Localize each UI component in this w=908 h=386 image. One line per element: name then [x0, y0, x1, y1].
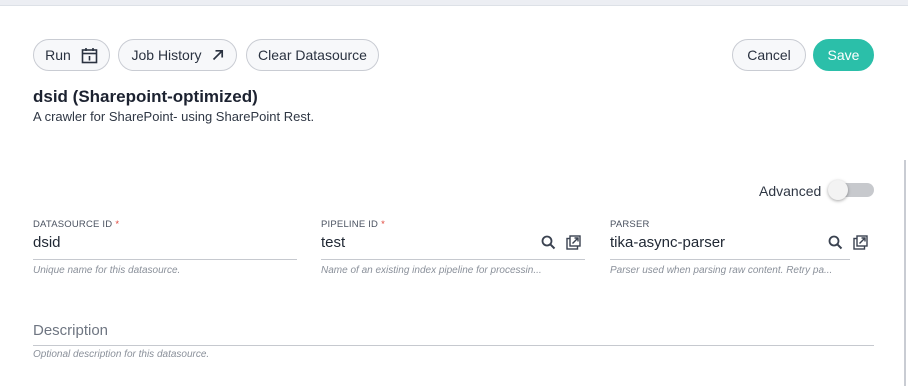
top-strip	[0, 0, 908, 6]
calendar-icon	[81, 47, 98, 64]
open-external-icon[interactable]	[853, 235, 868, 255]
cancel-button[interactable]: Cancel	[732, 39, 806, 71]
description-underline	[33, 345, 874, 346]
parser-value[interactable]: tika-async-parser	[610, 234, 725, 251]
advanced-toggle[interactable]	[828, 180, 874, 200]
description-hint: Optional description for this datasource…	[33, 349, 210, 360]
clear-datasource-label: Clear Datasource	[258, 47, 367, 63]
scrollbar[interactable]	[904, 160, 906, 386]
save-label: Save	[827, 47, 860, 63]
search-icon[interactable]	[541, 235, 556, 255]
required-marker: *	[115, 219, 120, 230]
pipeline-id-label: PIPELINE ID *	[321, 219, 386, 230]
run-button-label: Run	[45, 47, 71, 63]
job-history-button[interactable]: Job History	[118, 39, 237, 71]
required-marker: *	[381, 219, 386, 230]
parser-label: PARSER	[610, 219, 650, 230]
datasource-id-label: DATASOURCE ID *	[33, 219, 120, 230]
search-icon[interactable]	[828, 235, 843, 255]
description-placeholder[interactable]: Description	[33, 322, 108, 339]
advanced-label: Advanced	[759, 183, 822, 199]
parser-underline	[610, 259, 850, 260]
parser-hint: Parser used when parsing raw content. Re…	[610, 265, 833, 276]
pipeline-id-value[interactable]: test	[321, 234, 345, 251]
pipeline-id-underline	[321, 259, 585, 260]
page-title: dsid (Sharepoint-optimized)	[33, 87, 258, 106]
pipeline-id-hint: Name of an existing index pipeline for p…	[321, 265, 542, 276]
datasource-id-hint: Unique name for this datasource.	[33, 265, 181, 276]
datasource-id-underline	[33, 259, 297, 260]
clear-datasource-button[interactable]: Clear Datasource	[246, 39, 379, 71]
toggle-knob	[828, 180, 848, 200]
open-external-icon[interactable]	[566, 235, 581, 255]
cancel-label: Cancel	[747, 47, 791, 63]
page-subtitle: A crawler for SharePoint- using SharePoi…	[33, 109, 315, 124]
job-history-label: Job History	[131, 47, 202, 63]
arrow-up-right-icon	[212, 49, 224, 61]
datasource-id-value[interactable]: dsid	[33, 234, 61, 251]
run-button[interactable]: Run	[33, 39, 110, 71]
save-button[interactable]: Save	[813, 39, 874, 71]
